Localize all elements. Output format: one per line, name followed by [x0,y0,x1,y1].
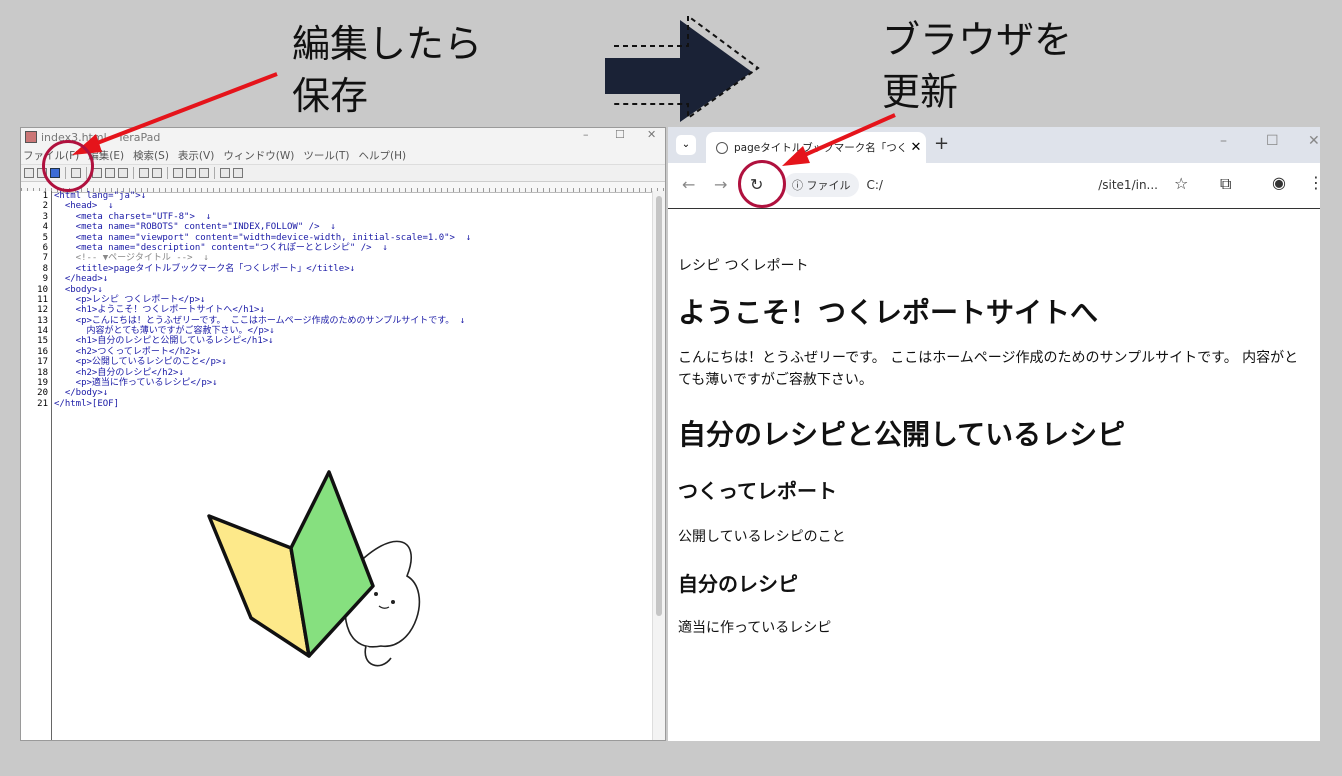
background-bottom-strip [0,741,1342,776]
reload-highlight-circle [738,160,786,208]
red-pointer-arrows [72,72,896,166]
save-highlight-circle [42,140,94,192]
